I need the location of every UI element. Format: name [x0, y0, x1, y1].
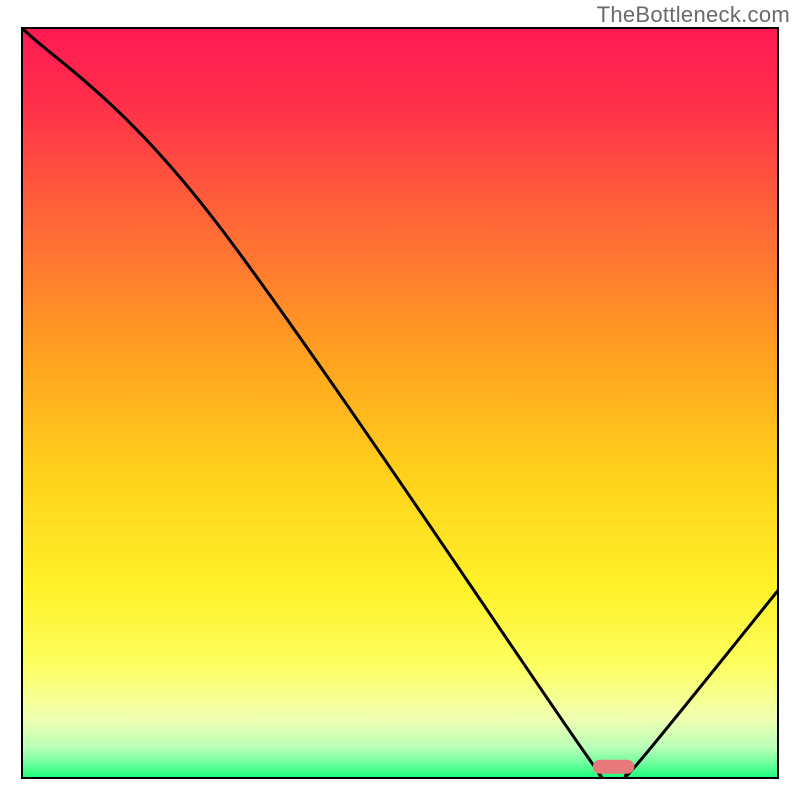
chart-container: TheBottleneck.com — [0, 0, 800, 800]
bottleneck-chart — [0, 0, 800, 800]
highlight-marker — [593, 760, 635, 774]
gradient-background — [22, 28, 778, 778]
watermark-text: TheBottleneck.com — [597, 2, 790, 28]
